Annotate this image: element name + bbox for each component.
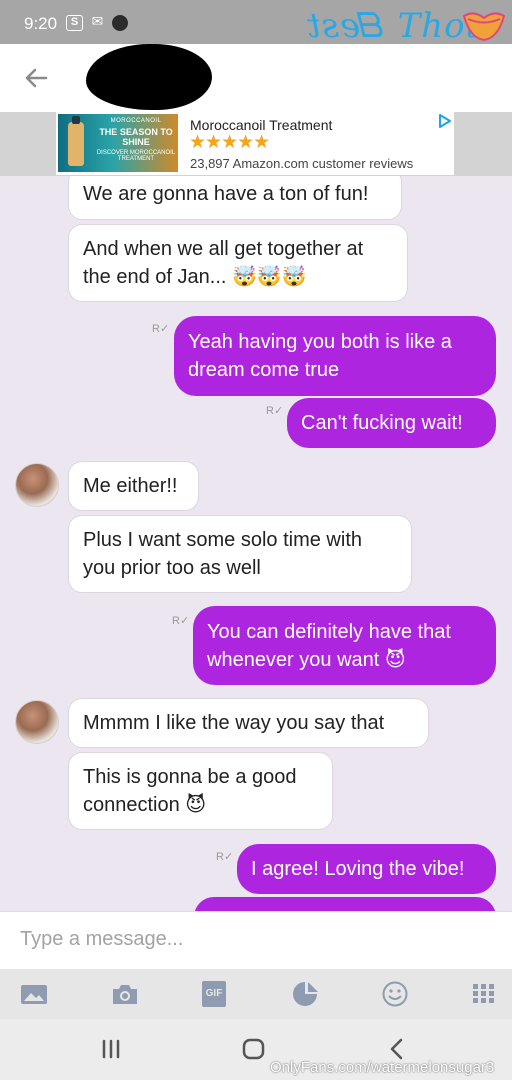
emoji-icon[interactable] [381,981,409,1007]
recent-apps-icon[interactable] [97,1037,125,1061]
message-text: Yeah having you both is like a [188,331,452,353]
watermark-bottom: OnlyFans.com/watermelonsugar3 [270,1059,495,1076]
read-receipt-icon: R✓ [266,405,284,417]
ad-banner: MOROCCANOIL THE SEASON TO SHINE DISCOVER… [0,112,512,176]
ad-title[interactable]: Moroccanoil Treatment [190,117,332,133]
message-incoming[interactable]: Mmmm I like the way you say that [68,698,429,748]
message-text: We are gonna have a ton of fun! [83,183,369,205]
ad-image[interactable]: MOROCCANOIL THE SEASON TO SHINE DISCOVER… [58,114,178,172]
back-icon[interactable] [383,1037,411,1061]
message-incoming[interactable]: We are gonna have a ton of fun! [68,176,402,220]
message-outgoing-partial[interactable] [194,897,496,911]
system-navbar: OnlyFans.com/watermelonsugar3 [0,1019,512,1080]
message-text: you prior too as well [83,557,261,579]
avatar[interactable] [15,463,59,507]
message-outgoing[interactable]: I agree! Loving the vibe! [237,844,496,894]
watermark-mirrored-text: ᗺest [306,6,386,46]
ad-image-headline: THE SEASON TO SHINE [99,127,173,147]
message-list[interactable]: We are gonna have a ton of fun! And when… [0,176,512,911]
read-receipt-icon: R✓ [172,615,190,627]
gmail-icon: ✉ [91,13,104,29]
back-arrow-icon[interactable] [22,64,50,92]
message-incoming[interactable]: Plus I want some solo time with you prio… [68,515,412,593]
bottle-icon [68,116,84,166]
sticker-icon[interactable] [291,981,319,1007]
message-incoming[interactable]: And when we all get together at the end … [68,224,408,302]
ad-play-icon[interactable] [438,114,452,128]
camera-icon[interactable] [111,981,139,1007]
message-input[interactable]: Type a message... [20,928,183,951]
message-text: connection 😈 [83,794,207,816]
message-incoming[interactable]: Me either!! [68,461,199,511]
message-text: the end of Jan... 🤯🤯🤯 [83,266,307,288]
attachment-toolbar: GIF [0,969,512,1019]
home-icon[interactable] [240,1037,268,1061]
ad-image-subline: DISCOVER MOROCCANOIL TREATMENT [96,150,176,162]
message-text: Mmmm I like the way you say that [83,712,385,734]
read-receipt-icon: R✓ [152,323,170,335]
read-receipt-icon: R✓ [216,851,234,863]
avatar[interactable] [15,700,59,744]
ad-image-brand: MOROCCANOIL [110,118,162,124]
message-outgoing[interactable]: Yeah having you both is like a dream com… [174,316,496,396]
image-icon[interactable] [20,981,48,1007]
message-incoming[interactable]: This is gonna be a good connection 😈 [68,752,333,830]
gif-icon[interactable]: GIF [202,981,226,1007]
message-outgoing[interactable]: Can't fucking wait! [287,398,496,448]
camera-record-icon [112,15,128,31]
message-text: Plus I want some solo time with [83,529,362,551]
status-bar: 9:20 S ✉ ᗺest Thot [0,0,512,46]
message-text: dream come true [188,359,340,381]
message-text: And when we all get together at [83,238,364,260]
chat-header [0,44,512,112]
message-text: Can't fucking wait! [301,412,463,434]
lips-logo-icon [462,12,506,42]
message-text: Me either!! [83,475,178,497]
watermark-top: ᗺest Thot [306,6,480,46]
status-icons: S ✉ [66,13,128,31]
ad-card[interactable]: MOROCCANOIL THE SEASON TO SHINE DISCOVER… [56,112,454,175]
message-text: This is gonna be a good [83,766,297,788]
message-outgoing[interactable]: You can definitely have that whenever yo… [193,606,496,685]
redacted-contact-name[interactable] [86,44,212,110]
message-text: whenever you want 😈 [207,648,406,671]
message-input-bar: Type a message... [0,911,512,969]
ad-rating-stars: ★★★★★ [189,132,270,153]
ad-image-text: MOROCCANOIL THE SEASON TO SHINE DISCOVER… [94,118,178,162]
s-icon: S [66,15,83,31]
status-time: 9:20 [24,14,58,33]
message-text: I agree! Loving the vibe! [251,858,465,880]
apps-grid-icon[interactable] [470,981,498,1007]
message-text: You can definitely have that [207,620,451,643]
ad-reviews: 23,897 Amazon.com customer reviews [190,156,414,171]
